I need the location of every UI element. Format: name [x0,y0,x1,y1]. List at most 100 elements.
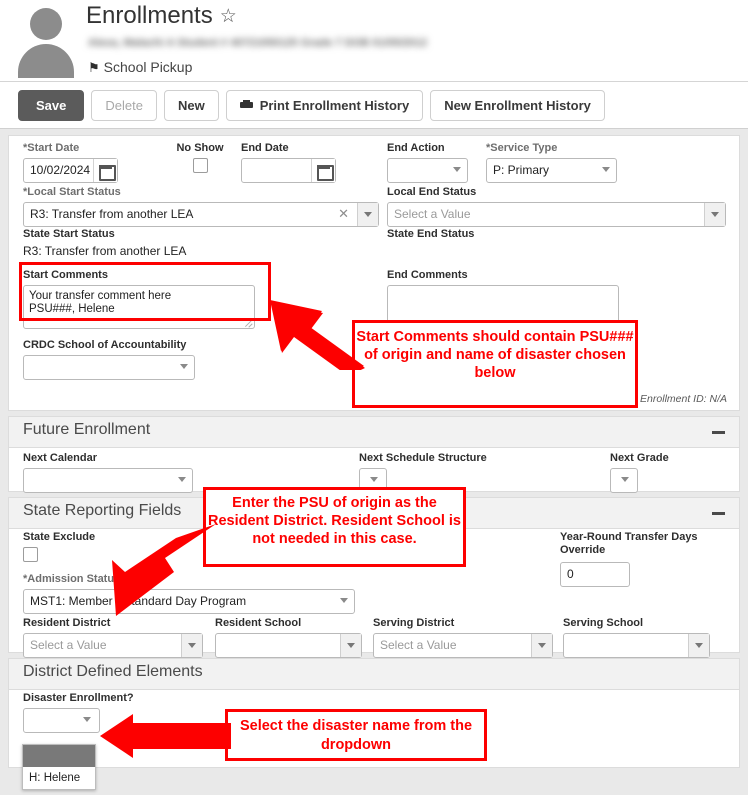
resident-district-select[interactable]: Select a Value [23,633,203,658]
state-start-status-label: State Start Status [23,228,115,240]
local-end-status-select[interactable]: Select a Value [387,202,726,227]
avatar [14,4,78,78]
dropdown-option-blank[interactable] [23,745,95,767]
future-enrollment-title: Future Enrollment [23,421,151,438]
local-start-status-value[interactable]: R3: Transfer from another LEA [23,202,379,227]
disaster-enrollment-dropdown-list[interactable]: H: Helene [22,744,96,790]
state-end-status-field: State End Status [387,228,474,244]
district-defined-header[interactable]: District Defined Elements [9,659,739,690]
local-end-status-label: Local End Status [387,186,477,198]
end-date-input-group[interactable] [241,158,336,183]
next-schedule-structure-label: Next Schedule Structure [359,452,487,464]
printer-icon [239,100,253,111]
print-enrollment-history-button[interactable]: Print Enrollment History [225,90,424,121]
new-enrollment-history-button[interactable]: New Enrollment History [430,90,605,121]
school-pickup-label: School Pickup [103,59,193,75]
resident-district-value[interactable]: Select a Value [23,633,203,658]
disaster-enrollment-label: Disaster Enrollment? [23,692,134,704]
annotation-callout-3: Select the disaster name from the dropdo… [225,709,487,761]
print-enrollment-history-label: Print Enrollment History [259,98,410,113]
annotation-callout-2-text: Enter the PSU of origin as the Resident … [208,495,461,547]
chevron-down-icon [602,167,610,172]
calendar-icon[interactable] [311,159,335,182]
dropdown-option-helene[interactable]: H: Helene [23,767,95,789]
resident-school-label: Resident School [215,617,302,629]
minus-icon[interactable] [712,431,725,434]
district-defined-title: District Defined Elements [23,663,203,680]
annotation-callout-1-text: Start Comments should contain PSU### of … [356,329,634,381]
resident-district-field: Resident District Select a Value [23,617,203,658]
state-exclude-label: State Exclude [23,531,96,543]
service-type-select[interactable]: P: Primary [486,158,617,183]
resident-school-field: Resident School [215,617,362,658]
chevron-down-icon[interactable] [364,212,372,217]
page-header: Enrollments ☆ Alexa, Malachi A Student # … [0,0,748,82]
service-type-field: *Service Type P: Primary [486,142,617,183]
start-date-input-group[interactable]: 10/02/2024 [23,158,118,183]
no-show-field: No Show [172,142,228,173]
chevron-down-icon[interactable] [83,717,91,722]
save-button[interactable]: Save [18,90,85,121]
chevron-down-icon[interactable] [538,643,546,648]
crdc-select[interactable] [23,355,195,380]
crdc-value[interactable] [23,355,195,380]
end-date-field: End Date [241,142,336,183]
future-enrollment-header[interactable]: Future Enrollment [9,417,739,448]
clear-icon[interactable]: ✕ [338,206,349,222]
end-date-label: End Date [241,142,289,154]
chevron-down-icon[interactable] [695,643,703,648]
end-action-field: End Action [387,142,468,183]
chevron-down-icon[interactable] [347,643,355,648]
new-button[interactable]: New [163,90,219,121]
future-enrollment-card: Future Enrollment Next Calendar Next Sch… [8,416,740,493]
local-start-status-select[interactable]: R3: Transfer from another LEA ✕ [23,202,379,227]
chevron-down-icon [178,477,186,482]
minus-icon[interactable] [712,512,725,515]
service-type-value[interactable]: P: Primary [486,158,617,183]
serving-school-select[interactable] [563,633,710,658]
next-calendar-label: Next Calendar [23,452,97,464]
disaster-enrollment-select[interactable] [23,708,100,733]
state-end-status-label: State End Status [387,228,475,240]
page-title: Enrollments [86,2,213,29]
enrollments-page: Enrollments ☆ Alexa, Malachi A Student # … [0,0,748,795]
chevron-down-icon [621,477,629,482]
service-type-label: *Service Type [486,142,558,154]
year-round-override-label: Year-Round Transfer Days Override [560,531,698,556]
local-start-status-label: *Local Start Status [23,186,121,198]
calendar-icon[interactable] [93,159,117,182]
crdc-field: CRDC School of Accountability [23,339,195,380]
chevron-down-icon[interactable] [188,643,196,648]
serving-school-field: Serving School [563,617,710,658]
chevron-down-icon[interactable] [711,212,719,217]
start-date-label: *Start Date [23,142,80,154]
local-end-status-value[interactable]: Select a Value [387,202,726,227]
next-calendar-value[interactable] [23,468,193,493]
serving-district-select[interactable]: Select a Value [373,633,553,658]
next-grade-field: Next Grade [610,452,669,493]
state-start-status-value: R3: Transfer from another LEA [23,244,187,258]
serving-school-label: Serving School [563,617,644,629]
year-round-override-field: Year-Round Transfer Days Override 0 [560,531,710,587]
year-round-override-input[interactable]: 0 [560,562,630,587]
state-exclude-checkbox[interactable] [23,547,38,562]
serving-district-value[interactable]: Select a Value [373,633,553,658]
next-grade-select[interactable] [610,468,638,493]
end-action-label: End Action [387,142,445,154]
next-calendar-select[interactable] [23,468,193,493]
next-grade-label: Next Grade [610,452,669,464]
annotation-arrow-1 [268,296,368,370]
school-pickup-flag: ⚑ School Pickup [88,59,192,76]
start-date-field: *Start Date 10/02/2024 [23,142,118,183]
state-start-status-field: State Start Status R3: Transfer from ano… [23,228,186,258]
end-action-select[interactable] [387,158,468,183]
action-toolbar: Save Delete New Print Enrollment History New… [0,82,748,129]
flag-icon: ⚑ [88,60,100,75]
delete-button[interactable]: Delete [91,90,157,121]
resident-school-select[interactable] [215,633,362,658]
student-info-redacted: Alexa, Malachi A Student # 40721050125 G… [88,37,428,49]
no-show-checkbox[interactable] [192,158,208,173]
chevron-down-icon [340,598,348,603]
star-icon[interactable]: ☆ [220,6,237,27]
crdc-label: CRDC School of Accountability [23,339,187,351]
